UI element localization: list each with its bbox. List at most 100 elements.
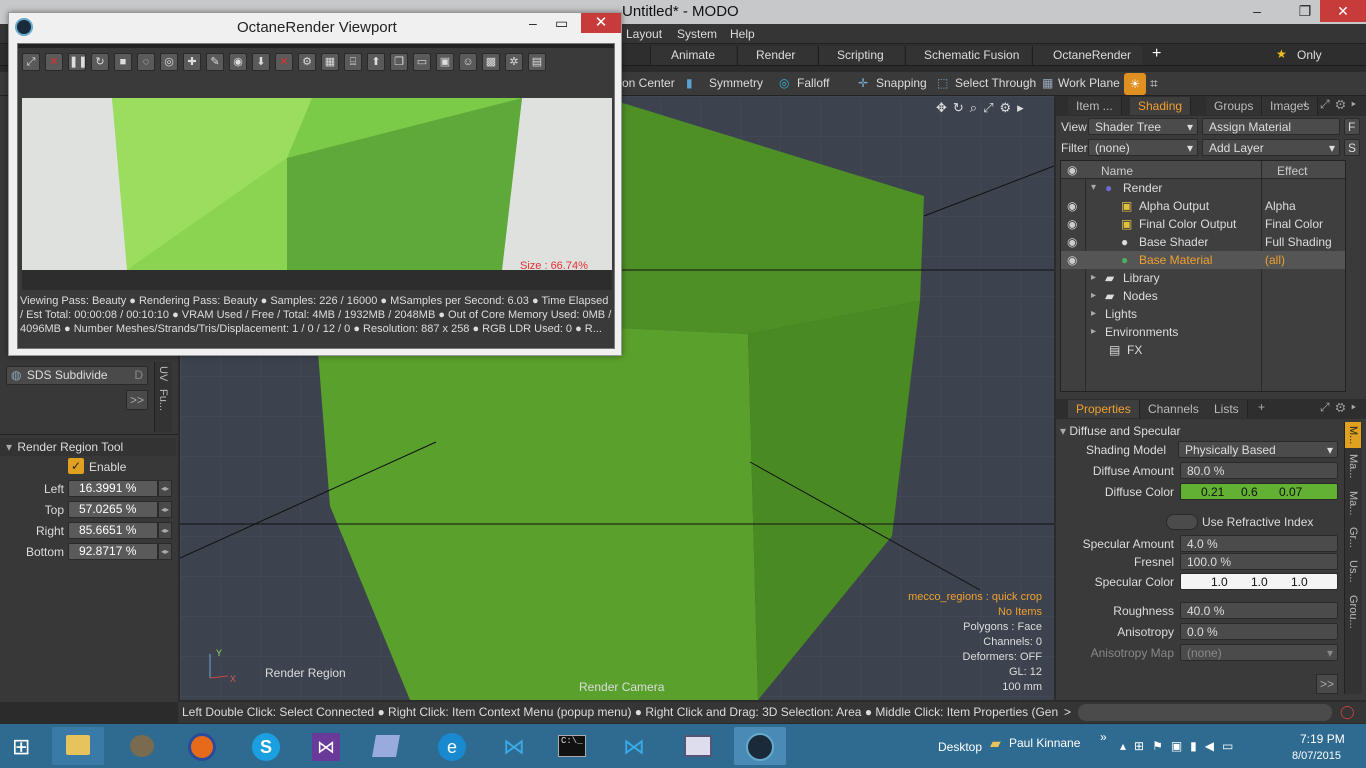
maximize-button[interactable]: ❐	[1290, 0, 1320, 22]
diffuse-amount-field[interactable]: 80.0 %	[1180, 462, 1338, 479]
crop-icon[interactable]: ⌗	[1150, 75, 1158, 92]
checker-icon[interactable]: ▩	[482, 53, 500, 71]
picker-icon[interactable]: ✚	[183, 53, 201, 71]
expand-arrow-icon[interactable]: ▸	[1091, 323, 1096, 341]
firefox-icon[interactable]	[176, 727, 228, 765]
fresnel-field[interactable]: 100.0 %	[1180, 553, 1338, 570]
spinner-arrows-icon[interactable]: ◂▸	[158, 543, 172, 560]
tab-item-list[interactable]: Item ...	[1068, 97, 1122, 115]
sds-subdivide-button[interactable]: ◍ SDS Subdivide D	[6, 366, 148, 385]
material-picker-icon[interactable]: ✎	[206, 53, 224, 71]
clock-time[interactable]: 7:19 PM	[1300, 732, 1345, 746]
side-tab-material[interactable]: M...	[1345, 422, 1361, 449]
lock-icon[interactable]: ⚙	[298, 53, 316, 71]
eye-icon[interactable]: ◉	[1067, 215, 1077, 233]
clear-icon[interactable]: ✕	[275, 53, 293, 71]
spinner-arrows-icon[interactable]: ◂▸	[158, 501, 172, 518]
add-tab-button[interactable]: +	[1302, 97, 1309, 111]
restart-icon[interactable]: ↻	[91, 53, 109, 71]
close-button[interactable]: ✕	[1320, 0, 1366, 22]
skype-icon[interactable]: S	[240, 727, 292, 765]
tree-row[interactable]: ◉ ● Base Shader Full Shading	[1061, 233, 1345, 251]
tree-row[interactable]: ▤ FX	[1061, 341, 1345, 359]
gimp-icon[interactable]	[116, 727, 168, 765]
eye-icon[interactable]: ◉	[1067, 233, 1077, 251]
monitor-icon[interactable]: ▣	[436, 53, 454, 71]
desktop-label[interactable]: Desktop	[938, 740, 982, 754]
stop-icon[interactable]: ■	[114, 53, 132, 71]
field-top-input[interactable]: 57.0265 %	[68, 501, 158, 518]
tree-row[interactable]: ▸ ▰ Nodes	[1061, 287, 1345, 305]
modo-icon[interactable]	[734, 727, 786, 765]
snapping-button[interactable]: Snapping	[876, 76, 927, 90]
select-through-button[interactable]: Select Through	[955, 76, 1036, 90]
command-arrow[interactable]: >	[1064, 705, 1071, 719]
tab-images[interactable]: Images	[1262, 97, 1319, 115]
visual-studio-icon[interactable]: ⋈	[300, 727, 352, 765]
filter-select[interactable]: (none) ▾	[1088, 139, 1198, 156]
octane-close-button[interactable]: ✕	[581, 13, 621, 33]
vscode-icon[interactable]: ⋈	[608, 727, 660, 765]
side-tab-gr[interactable]: Gr...	[1345, 521, 1361, 554]
command-input[interactable]	[1078, 704, 1332, 721]
pause-icon[interactable]: ❚❚	[68, 53, 87, 71]
recenter-icon[interactable]: ◎	[160, 53, 178, 71]
eye-icon[interactable]: ◉	[1067, 197, 1077, 215]
s-button[interactable]: S	[1344, 139, 1360, 156]
expand-arrow-icon[interactable]: ▸	[1091, 287, 1096, 305]
side-tab-grou[interactable]: Grou...	[1345, 589, 1361, 635]
spinner-arrows-icon[interactable]: ◂▸	[158, 480, 172, 497]
tree-row[interactable]: ▾ ● Render	[1061, 179, 1345, 197]
tab-groups[interactable]: Groups	[1206, 97, 1263, 115]
tab-octanerender[interactable]: OctaneRender	[1032, 46, 1142, 65]
clock-date[interactable]: 8/07/2015	[1292, 750, 1341, 762]
render-icon[interactable]: ☀	[1124, 73, 1146, 95]
work-plane-button[interactable]: Work Plane	[1058, 76, 1120, 90]
enable-checkbox[interactable]: ✓	[68, 458, 84, 474]
cancel-render-icon[interactable]: ✕	[45, 53, 63, 71]
notepad-icon[interactable]	[360, 727, 412, 765]
vscode-icon[interactable]: ⋈	[488, 727, 540, 765]
falloff-button[interactable]: Falloff	[797, 76, 829, 90]
window-icon[interactable]	[672, 727, 724, 765]
tab-shading[interactable]: Shading	[1130, 97, 1192, 115]
octane-render-preview[interactable]: Size : 66.74%	[22, 98, 612, 270]
ie-icon[interactable]: e	[426, 727, 478, 765]
field-left-input[interactable]: 16.3991 %	[68, 480, 158, 497]
diffuse-color-field[interactable]: 0.21 0.6 0.07	[1180, 483, 1338, 500]
panel-controls-icon[interactable]: ⤢⚙▸	[1320, 97, 1362, 112]
action-center-button[interactable]: on Center	[622, 76, 675, 90]
side-tab-ma-1[interactable]: Ma...	[1345, 448, 1361, 484]
expand-button[interactable]: >>	[126, 390, 148, 410]
portrait-icon[interactable]: ☺	[459, 53, 477, 71]
octane-maximize-button[interactable]: ▭	[555, 15, 568, 32]
save-icon[interactable]: ⬇	[252, 53, 270, 71]
windows-start-icon[interactable]: ⊞	[12, 734, 30, 760]
tree-row[interactable]: ▸ Lights	[1061, 305, 1345, 323]
export-icon[interactable]: ⬆	[367, 53, 385, 71]
panel-controls-icon[interactable]: ⤢⚙▸	[1320, 400, 1362, 415]
side-tab-uv[interactable]: UV	[155, 362, 171, 385]
anisotropy-map-select[interactable]: (none) ▾	[1180, 644, 1338, 661]
tab-schematic-fusion[interactable]: Schematic Fusion	[905, 46, 1031, 65]
tab-scripting[interactable]: Scripting	[818, 46, 904, 65]
tab-render[interactable]: Render	[737, 46, 817, 65]
minimize-button[interactable]: –	[1242, 0, 1272, 22]
stop-icon[interactable]: ◯	[1340, 704, 1355, 720]
tree-row[interactable]: ▸ Environments	[1061, 323, 1345, 341]
only-label[interactable]: Only	[1297, 48, 1322, 62]
specular-color-field[interactable]: 1.0 1.0 1.0	[1180, 573, 1338, 590]
side-tab-us[interactable]: Us...	[1345, 554, 1361, 589]
tray-icons[interactable]: ▴⊞⚑▣▮◀▭	[1120, 739, 1241, 753]
tree-row[interactable]: ◉ ● Base Material (all)	[1061, 251, 1345, 269]
add-tab-button[interactable]: +	[1258, 400, 1265, 414]
document-icon[interactable]: ▤	[528, 53, 546, 71]
menu-layout[interactable]: Layout	[626, 27, 662, 41]
menu-system[interactable]: System	[677, 27, 717, 41]
add-layer-select[interactable]: Add Layer ▾	[1202, 139, 1340, 156]
view-select[interactable]: Shader Tree ▾	[1088, 118, 1198, 135]
render-region-tool-header[interactable]: ▾ Render Region Tool	[0, 438, 176, 456]
diffuse-section-header[interactable]: ▾ Diffuse and Specular	[1060, 422, 1342, 440]
tree-row[interactable]: ◉ ▣ Alpha Output Alpha	[1061, 197, 1345, 215]
field-right-input[interactable]: 85.6651 %	[68, 522, 158, 539]
